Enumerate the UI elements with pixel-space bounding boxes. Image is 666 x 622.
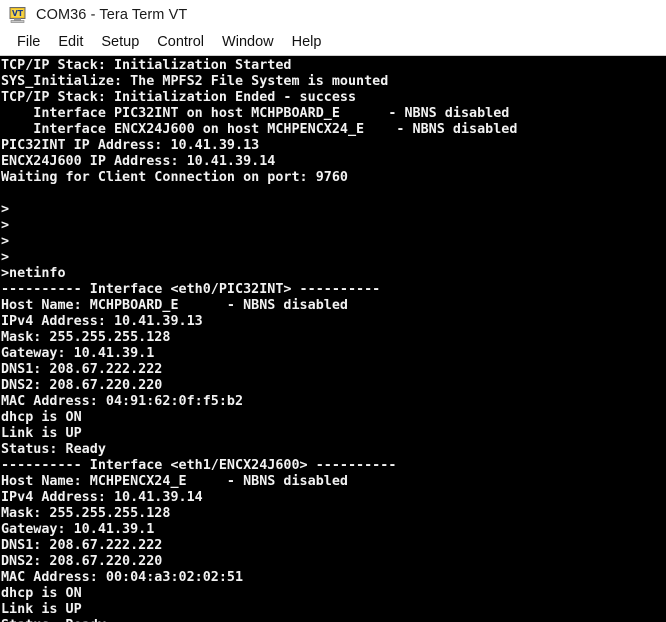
menu-item-setup[interactable]: Setup <box>92 33 148 52</box>
menu-item-edit[interactable]: Edit <box>49 33 92 52</box>
terminal-vt-icon: VT <box>9 7 26 23</box>
svg-text:VT: VT <box>12 9 24 18</box>
terminal-line: SYS_Initialize: The MPFS2 File System is… <box>0 73 389 89</box>
terminal-line: Gateway: 10.41.39.1 <box>0 345 155 361</box>
terminal-screen[interactable]: TCP/IP Stack: Initialization Started SYS_… <box>0 56 657 622</box>
terminal-line: ---------- Interface <eth0/PIC32INT> ---… <box>0 281 381 297</box>
menu-item-window[interactable]: Window <box>213 33 283 52</box>
terminal-line: Status: Ready <box>1 617 657 622</box>
menu-item-control[interactable]: Control <box>148 33 213 52</box>
terminal-line: ENCX24J600 IP Address: 10.41.39.14 <box>0 153 276 169</box>
terminal-line: Interface PIC32INT on host MCHPBOARD_E -… <box>0 105 510 121</box>
tera-term-window: VT COM36 - Tera Term VT File Edit Setup … <box>0 0 666 622</box>
terminal-line: TCP/IP Stack: Initialization Ended - suc… <box>0 89 357 105</box>
terminal-line: IPv4 Address: 10.41.39.14 <box>0 489 203 505</box>
terminal-line: dhcp is ON <box>0 409 82 425</box>
terminal-line: DNS1: 208.67.222.222 <box>0 361 163 377</box>
terminal-line: Gateway: 10.41.39.1 <box>0 521 155 537</box>
terminal-line: MAC Address: 00:04:a3:02:02:51 <box>0 569 244 585</box>
terminal-line: > <box>0 249 10 265</box>
terminal-line: Mask: 255.255.255.128 <box>0 505 171 521</box>
terminal-line: MAC Address: 04:91:62:0f:f5:b2 <box>0 393 244 409</box>
terminal-line: > <box>0 217 10 233</box>
terminal-line: >netinfo <box>0 265 66 281</box>
title-bar: VT COM36 - Tera Term VT <box>0 0 666 30</box>
terminal-line: DNS2: 208.67.220.220 <box>0 377 163 393</box>
terminal-line: IPv4 Address: 10.41.39.13 <box>0 313 203 329</box>
terminal-line: Link is UP <box>0 425 82 441</box>
window-title: COM36 - Tera Term VT <box>36 7 188 23</box>
terminal-line: > <box>0 233 10 249</box>
terminal-line: Status: Ready <box>0 441 106 457</box>
terminal-line: Link is UP <box>0 601 82 617</box>
menu-bar: File Edit Setup Control Window Help <box>0 30 666 56</box>
menu-item-file[interactable]: File <box>8 33 49 52</box>
terminal-line: Host Name: MCHPBOARD_E - NBNS disabled <box>0 297 348 313</box>
terminal-line: DNS2: 208.67.220.220 <box>0 553 163 569</box>
terminal-line: dhcp is ON <box>0 585 82 601</box>
terminal-area[interactable]: TCP/IP Stack: Initialization Started SYS_… <box>0 56 666 622</box>
terminal-line: PIC32INT IP Address: 10.41.39.13 <box>0 137 260 153</box>
menu-item-help[interactable]: Help <box>283 33 331 52</box>
terminal-line: > <box>0 201 10 217</box>
terminal-line: Mask: 255.255.255.128 <box>0 329 171 345</box>
terminal-line: ---------- Interface <eth1/ENCX24J600> -… <box>0 457 397 473</box>
terminal-line: TCP/IP Stack: Initialization Started <box>0 57 292 73</box>
terminal-line: Host Name: MCHPENCX24_E - NBNS disabled <box>0 473 348 489</box>
terminal-line: Interface ENCX24J600 on host MCHPENCX24_… <box>0 121 518 137</box>
terminal-line: DNS1: 208.67.222.222 <box>0 537 163 553</box>
terminal-line: Waiting for Client Connection on port: 9… <box>0 169 348 185</box>
